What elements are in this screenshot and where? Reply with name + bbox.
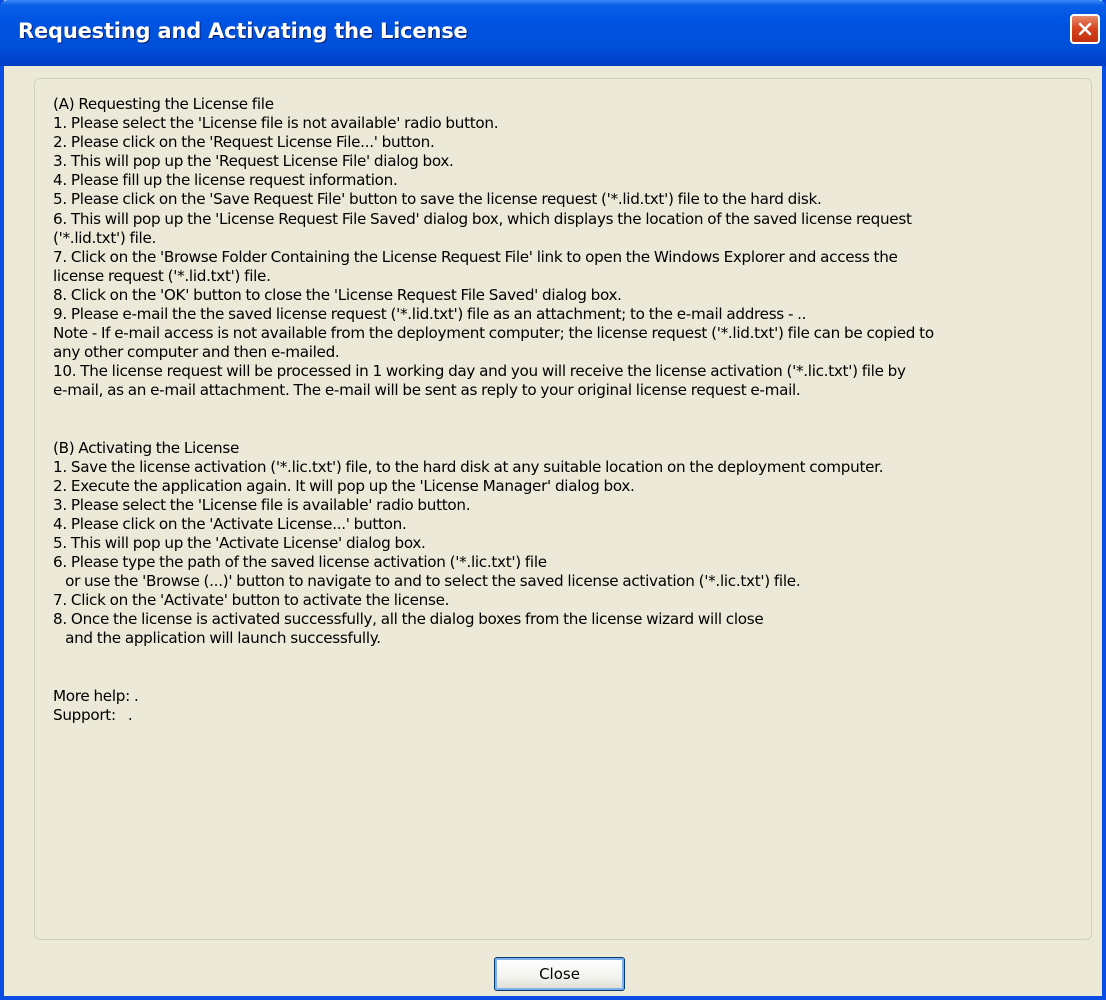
section-a-line: 7. Click on the 'Browse Folder Containin… <box>53 247 898 266</box>
section-b-heading: (B) Activating the License <box>53 438 240 457</box>
section-a-line: 5. Please click on the 'Save Request Fil… <box>53 190 822 209</box>
license-help-dialog: Requesting and Activating the License (A… <box>0 0 1106 1000</box>
section-a-line: Note - If e-mail access is not available… <box>53 324 934 343</box>
support-text: Support: . <box>53 705 133 724</box>
section-b-line: 2. Execute the application again. It wil… <box>53 476 635 495</box>
section-a-line: e-mail, as an e-mail attachment. The e-m… <box>53 381 801 400</box>
section-b-line: 1. Save the license activation ('*.lic.t… <box>53 457 884 476</box>
section-a-line: 4. Please fill up the license request in… <box>53 171 398 190</box>
section-a-line: any other computer and then e-mailed. <box>53 343 340 362</box>
window-title: Requesting and Activating the License <box>18 19 468 43</box>
section-a-line: ('*.lid.txt') file. <box>53 228 157 247</box>
section-b-line: 5. This will pop up the 'Activate Licens… <box>53 533 426 552</box>
section-a-line: 8. Click on the 'OK' button to close the… <box>53 285 622 304</box>
section-b-line: 8. Once the license is activated success… <box>53 610 764 629</box>
section-b-line: 7. Click on the 'Activate' button to act… <box>53 591 450 610</box>
section-b-line: or use the 'Browse (...)' button to navi… <box>53 572 801 591</box>
instructions-panel: (A) Requesting the License file 1. Pleas… <box>34 78 1092 940</box>
section-b-line: 3. Please select the 'License file is av… <box>53 495 471 514</box>
section-b-line: 6. Please type the path of the saved lic… <box>53 553 547 572</box>
section-a-line: 1. Please select the 'License file is no… <box>53 114 499 133</box>
section-a-line: 10. The license request will be processe… <box>53 362 906 381</box>
section-a-line: 3. This will pop up the 'Request License… <box>53 152 454 171</box>
close-icon <box>1078 22 1092 36</box>
title-bar[interactable]: Requesting and Activating the License <box>0 0 1106 66</box>
more-help-text: More help: . <box>53 686 139 705</box>
section-a-line: 9. Please e-mail the the saved license r… <box>53 305 807 324</box>
section-a-line: 6. This will pop up the 'License Request… <box>53 209 912 228</box>
close-button[interactable]: Close <box>494 957 625 991</box>
section-a-line: license request ('*.lid.txt') file. <box>53 266 271 285</box>
section-a-line: 2. Please click on the 'Request License … <box>53 133 435 152</box>
section-b-line: 4. Please click on the 'Activate License… <box>53 514 407 533</box>
window-close-button[interactable] <box>1070 14 1100 44</box>
section-a-heading: (A) Requesting the License file <box>53 95 274 113</box>
section-b-line: and the application will launch successf… <box>53 629 381 648</box>
instructions-text: (A) Requesting the License file 1. Pleas… <box>53 95 1073 725</box>
